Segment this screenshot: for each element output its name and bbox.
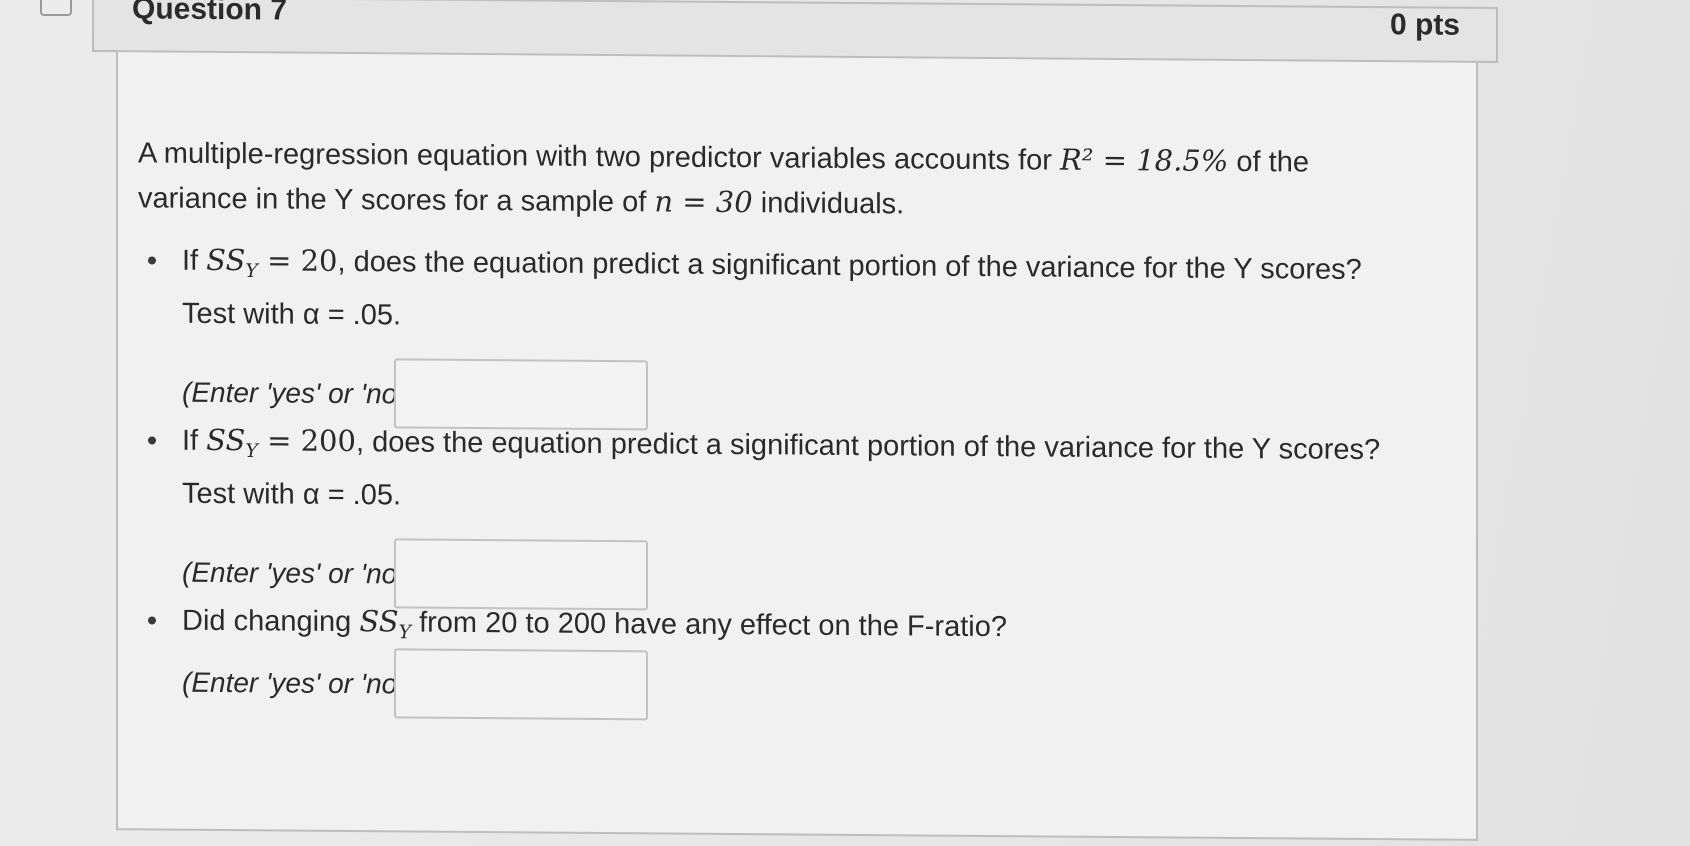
item-alpha-line: Test with α = .05. bbox=[182, 477, 402, 512]
item-text: If SSY = 200, does the equation predict … bbox=[182, 419, 1380, 524]
item-math: SS bbox=[206, 242, 246, 278]
list-item: Did changing SSY from 20 to 200 have any… bbox=[148, 598, 1448, 721]
bullet-icon bbox=[148, 616, 156, 625]
answer-label: (Enter 'yes' or 'no') bbox=[182, 556, 412, 590]
item-alpha-line: Test with α = .05. bbox=[182, 297, 402, 332]
question-items: If SSY = 20, does the equation predict a… bbox=[148, 238, 1448, 721]
question-card: Question 7 0 pts A multiple-regression e… bbox=[92, 0, 1502, 846]
question-title: Question 7 bbox=[132, 0, 288, 27]
item-rest: , does the equation predict a significan… bbox=[355, 426, 1381, 467]
bullet-icon bbox=[148, 436, 156, 445]
item-rest: from 20 to 200 have any effect on the F-… bbox=[411, 606, 1007, 644]
question-body: A multiple-regression equation with two … bbox=[116, 52, 1478, 841]
item-math: SS bbox=[206, 422, 246, 458]
flag-question-icon[interactable] bbox=[40, 0, 72, 16]
answer-input-3[interactable] bbox=[394, 648, 648, 721]
item-math-sub: Y bbox=[398, 622, 412, 644]
item-math: SS bbox=[359, 604, 399, 639]
list-item: If SSY = 200, does the equation predict … bbox=[148, 418, 1448, 611]
item-rest: , does the equation predict a significan… bbox=[337, 245, 1362, 286]
intro-text-4: individuals. bbox=[752, 187, 905, 221]
bullet-icon bbox=[148, 256, 156, 265]
item-prefix: If bbox=[182, 244, 207, 277]
question-intro: A multiple-regression equation with two … bbox=[138, 130, 1428, 230]
question-points: 0 pts bbox=[1389, 8, 1460, 42]
intro-r-squared: R² = 18.5% bbox=[1060, 142, 1229, 178]
list-item: If SSY = 20, does the equation predict a… bbox=[148, 238, 1448, 431]
item-prefix: Did changing bbox=[182, 604, 360, 639]
item-prefix: If bbox=[182, 424, 207, 457]
intro-text-2: of the bbox=[1228, 145, 1309, 179]
answer-input-2[interactable] bbox=[394, 538, 648, 611]
answer-input-1[interactable] bbox=[394, 358, 648, 431]
item-math-sub: Y bbox=[245, 441, 258, 463]
intro-n-value: n = 30 bbox=[654, 184, 753, 220]
item-math-sub: Y bbox=[245, 261, 258, 283]
item-math-value: = 200 bbox=[257, 423, 356, 459]
quiz-page: Question 7 0 pts A multiple-regression e… bbox=[0, 0, 1690, 846]
item-text: If SSY = 20, does the equation predict a… bbox=[182, 239, 1362, 344]
answer-label: (Enter 'yes' or 'no') bbox=[182, 666, 412, 700]
intro-text-1: A multiple-regression equation with two … bbox=[138, 137, 1061, 177]
answer-label: (Enter 'yes' or 'no') bbox=[182, 376, 412, 410]
item-math-value: = 20 bbox=[257, 243, 338, 278]
intro-text-3: variance in the Y scores for a sample of bbox=[138, 182, 655, 219]
